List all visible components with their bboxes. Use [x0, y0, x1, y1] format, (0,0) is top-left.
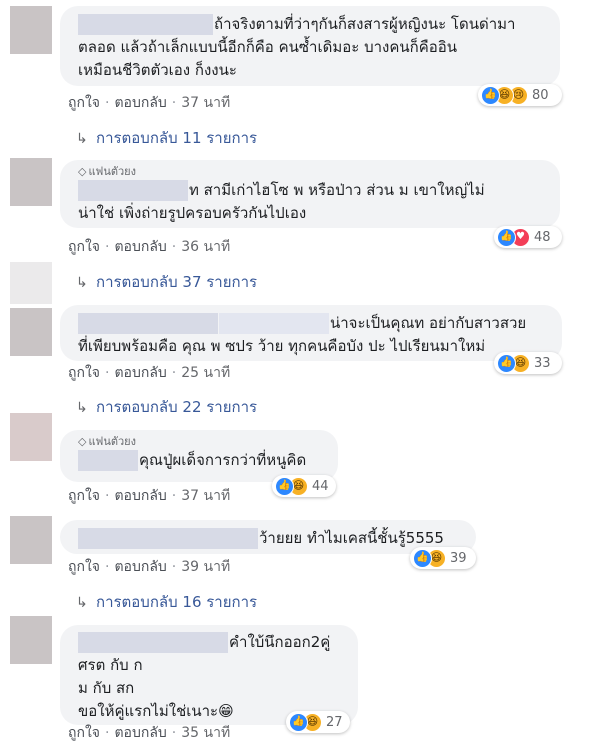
like-button[interactable]: ถูกใจ [68, 365, 100, 381]
reaction-count: 27 [326, 714, 343, 730]
redacted-author-name [78, 180, 188, 201]
top-fan-badge: แฟนตัวยง [88, 165, 137, 178]
comment-text-line: ถ้าจริงตามที่ว่าๆกันก็สงสารผู้หญิงนะ โดน… [214, 15, 516, 33]
comment-actions: ถูกใจ · ตอบกลับ · 37 นาที [68, 488, 231, 504]
redacted-author-name [78, 14, 213, 35]
reaction-count: 39 [450, 550, 467, 566]
diamond-icon: ◇ [78, 435, 87, 448]
reaction-count: 48 [534, 229, 551, 245]
reaction-summary[interactable]: 👍 😆 😢 80 [478, 84, 562, 106]
timestamp[interactable]: 37 นาที [181, 488, 230, 504]
reply-button[interactable]: ตอบกลับ [114, 95, 166, 111]
replies-count-label: การตอบกลับ 16 รายการ [96, 593, 258, 611]
thumbs-up-icon: 👍 [413, 548, 432, 568]
comment-bubble: น่าจะเป็นคุณท อย่ากับสาวสวย ที่เพียบพร้อ… [60, 305, 562, 361]
avatar[interactable] [10, 616, 52, 664]
timestamp[interactable]: 37 นาที [181, 95, 230, 111]
comment-bubble: ◇ แฟนตัวยง ท สามีเก่าไฮโซ พ หรือป่าว ส่วน… [60, 160, 560, 228]
comment-actions: ถูกใจ · ตอบกลับ · 36 นาที [68, 239, 231, 255]
thumbs-up-icon: 👍 [481, 85, 500, 105]
view-replies-link[interactable]: ↳ การตอบกลับ 11 รายการ [76, 128, 257, 149]
comment-text-line: คุณปู่ผเด็จการกว่าที่หนูคิด [139, 451, 307, 469]
comment-text-line: ที่เพียบพร้อมคือ คุณ พ ซปร ว้าย ทุกคนคือ… [78, 337, 486, 355]
diamond-icon: ◇ [78, 165, 87, 178]
comment-text-line: น่าจะเป็นคุณท อย่ากับสาวสวย [330, 314, 527, 332]
comment-text-line: ศรต กับ ก [78, 656, 143, 674]
like-button[interactable]: ถูกใจ [68, 559, 100, 575]
reaction-summary[interactable]: 👍 😆 39 [410, 547, 476, 569]
reply-button[interactable]: ตอบกลับ [114, 559, 166, 575]
reaction-summary[interactable]: 👍 😆 33 [494, 352, 562, 374]
redacted-author-name [219, 313, 329, 334]
thumbs-up-icon: 👍 [497, 227, 516, 247]
comment-text-line: เหมือนชีวิตตัวเอง ก็งงนะ [78, 61, 237, 79]
reply-arrow-icon: ↳ [76, 275, 88, 291]
comment-actions: ถูกใจ · ตอบกลับ · 35 นาที [68, 725, 231, 741]
reply-button[interactable]: ตอบกลับ [114, 725, 166, 741]
avatar[interactable] [10, 158, 52, 206]
comment-text-line: ตลอด แล้วถ้าเล็กแบบนี้อีกก็คือ คนซ้ำเดิม… [78, 38, 458, 56]
timestamp[interactable]: 39 นาที [181, 559, 230, 575]
reaction-summary[interactable]: 👍 😆 44 [272, 475, 336, 497]
redacted-author-name [78, 632, 228, 653]
view-replies-link[interactable]: ↳ การตอบกลับ 22 รายการ [76, 397, 257, 418]
reply-avatar[interactable] [10, 262, 52, 304]
comment-bubble: ถ้าจริงตามที่ว่าๆกันก็สงสารผู้หญิงนะ โดน… [60, 6, 560, 86]
redacted-author-name [78, 528, 258, 549]
comment-text-line: ว้ายยย ทำไมเคสนี้ชั้นรู้5555 [259, 529, 444, 547]
thumbs-up-icon: 👍 [289, 712, 308, 732]
replies-count-label: การตอบกลับ 11 รายการ [96, 129, 258, 147]
comment-text-line: ท สามีเก่าไฮโซ พ หรือป่าว ส่วน ม เขาใหญ่… [189, 181, 485, 199]
reply-arrow-icon: ↳ [76, 400, 88, 416]
reaction-count: 44 [312, 478, 329, 494]
redacted-author-name [78, 450, 138, 471]
timestamp[interactable]: 36 นาที [181, 239, 230, 255]
like-button[interactable]: ถูกใจ [68, 239, 100, 255]
redacted-author-name [78, 313, 218, 334]
reaction-summary[interactable]: 👍 😆 27 [286, 711, 350, 733]
comment-actions: ถูกใจ · ตอบกลับ · 37 นาที [68, 95, 231, 111]
timestamp[interactable]: 25 นาที [181, 365, 230, 381]
reaction-count: 80 [532, 87, 549, 103]
reply-button[interactable]: ตอบกลับ [114, 488, 166, 504]
view-replies-link[interactable]: ↳ การตอบกลับ 37 รายการ [76, 272, 257, 293]
top-fan-badge: แฟนตัวยง [88, 435, 137, 448]
timestamp[interactable]: 35 นาที [181, 725, 230, 741]
avatar[interactable] [10, 308, 52, 356]
view-replies-link[interactable]: ↳ การตอบกลับ 16 รายการ [76, 592, 257, 613]
reply-arrow-icon: ↳ [76, 131, 88, 147]
replies-count-label: การตอบกลับ 22 รายการ [96, 398, 258, 416]
like-button[interactable]: ถูกใจ [68, 725, 100, 741]
comment-bubble: คำใบ้นึกออก2คู่ ศรต กับ ก ม กับ สก ขอให้… [60, 625, 358, 725]
avatar[interactable] [10, 6, 52, 54]
avatar[interactable] [10, 413, 52, 461]
thumbs-up-icon: 👍 [497, 353, 516, 373]
avatar[interactable] [10, 516, 52, 564]
like-button[interactable]: ถูกใจ [68, 95, 100, 111]
reaction-summary[interactable]: 👍 ♥ 48 [494, 226, 562, 248]
like-button[interactable]: ถูกใจ [68, 488, 100, 504]
reply-button[interactable]: ตอบกลับ [114, 239, 166, 255]
comment-actions: ถูกใจ · ตอบกลับ · 39 นาที [68, 559, 231, 575]
reply-arrow-icon: ↳ [76, 595, 88, 611]
reply-button[interactable]: ตอบกลับ [114, 365, 166, 381]
reaction-count: 33 [534, 355, 551, 371]
comment-text-line: คำใบ้นึกออก2คู่ [229, 633, 331, 651]
comment-text-line: น่าใช่ เพิ่งถ่ายรูปครอบครัวกันไปเอง [78, 204, 307, 222]
comment-actions: ถูกใจ · ตอบกลับ · 25 นาที [68, 365, 231, 381]
comment-text-line: ม กับ สก [78, 679, 135, 697]
replies-count-label: การตอบกลับ 37 รายการ [96, 273, 258, 291]
thumbs-up-icon: 👍 [275, 476, 294, 496]
